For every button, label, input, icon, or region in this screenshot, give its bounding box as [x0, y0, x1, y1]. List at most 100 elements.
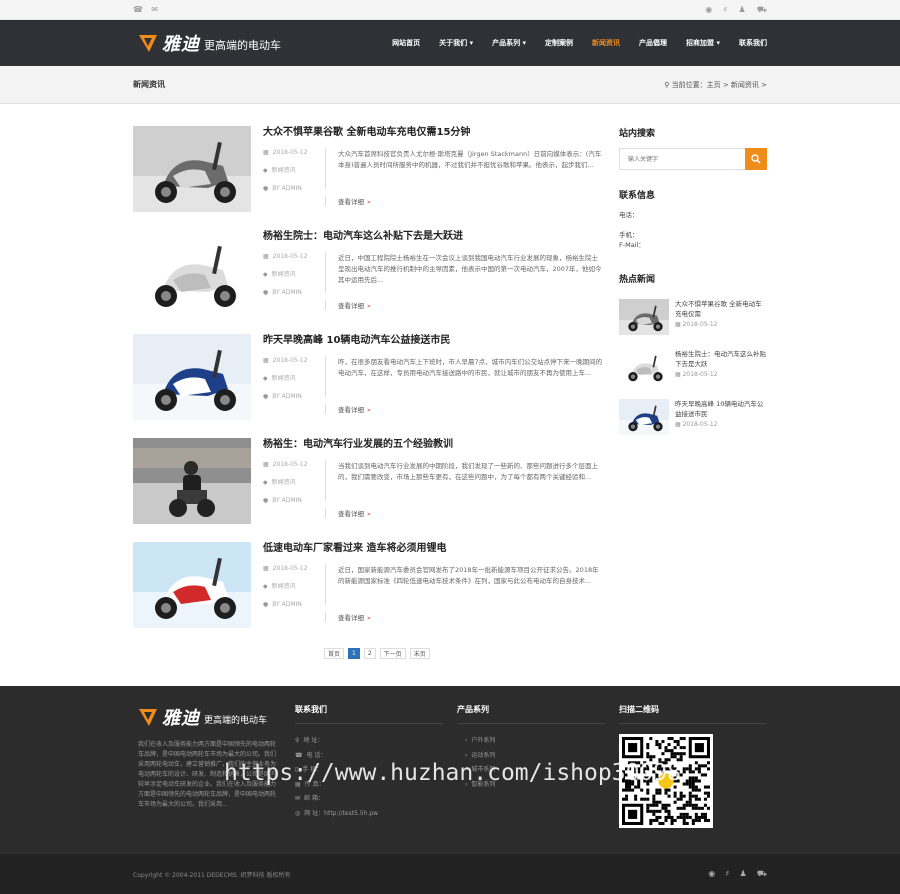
watermark: https://www.huzhan.com/ishop30098: [224, 760, 681, 786]
search-button[interactable]: [745, 148, 767, 170]
article-category-text[interactable]: 新闻资讯: [272, 583, 296, 590]
user-icon: ●: [263, 185, 269, 192]
qq-icon[interactable]: ♟: [740, 869, 747, 878]
tag-icon: ◆: [263, 479, 268, 486]
nav-item-principle[interactable]: 产品倡理: [639, 38, 667, 48]
nav-item-home[interactable]: 网站首页: [392, 38, 420, 48]
article-category-text[interactable]: 新闻资讯: [272, 271, 296, 278]
pager-page-2[interactable]: 2: [363, 648, 376, 659]
read-more-link[interactable]: 查看详细»: [325, 508, 603, 518]
article-category: ◆ 新闻资讯: [263, 375, 325, 383]
nav-item-franchise[interactable]: 招商加盟 ▾: [686, 38, 720, 48]
read-more-link[interactable]: 查看详细»: [325, 300, 603, 310]
calendar-icon: ▦: [263, 565, 269, 572]
nav-item-products[interactable]: 产品系列 ▾: [492, 38, 526, 48]
chevron-right-icon: »: [367, 198, 371, 206]
breadcrumb-text[interactable]: 当前位置：主页 > 新闻资讯 >: [672, 81, 767, 89]
qq-icon[interactable]: ♟: [739, 5, 746, 14]
article-meta: ▦ 2018-05-12 ◆ 新闻资讯 ● BY ADMIN: [263, 565, 325, 622]
cart-icon[interactable]: ⛟: [757, 5, 767, 14]
pager-first[interactable]: 首页: [324, 648, 345, 659]
tag-icon: ◆: [263, 583, 268, 590]
tencent-icon[interactable]: ♯: [723, 5, 727, 14]
article-title[interactable]: 大众不惧苹果谷歌 全新电动车充电仅需15分钟: [263, 126, 603, 140]
cart-icon[interactable]: ⛟: [757, 869, 767, 878]
hot-news-title[interactable]: 杨裕生院士：电动汽车这么补贴下去是大跃: [675, 349, 767, 369]
tencent-icon[interactable]: ♯: [725, 869, 729, 878]
copyright-bar: Copyright © 2004-2011 DEDECMS. 织梦科技 版权所有…: [0, 854, 900, 894]
contact-mobile: 手机：: [619, 231, 639, 239]
footer-contact-title: 联系我们: [295, 704, 443, 724]
article-meta: ▦ 2018-05-12 ◆ 新闻资讯 ● BY ADMIN: [263, 253, 325, 310]
hot-news-title[interactable]: 大众不惧苹果谷歌 全新电动车充电仅需: [675, 299, 767, 319]
footer-contact-item: ⚲ 地 址：: [295, 734, 443, 749]
article-row: ▦ 2018-05-12 ◆ 新闻资讯 ● BY ADMIN 大众汽车首席科技官负责人…: [263, 149, 603, 206]
article-title[interactable]: 昨天早晚高峰 10辆电动汽车公益接送市民: [263, 334, 603, 348]
hot-news-item[interactable]: 杨裕生院士：电动汽车这么补贴下去是大跃 ▦ 2018-05-12: [619, 349, 767, 385]
nav-item-about[interactable]: 关于我们 ▾: [439, 38, 473, 48]
user-icon: ●: [263, 601, 269, 608]
breadcrumb: ⚲ 当前位置：主页 > 新闻资讯 >: [664, 80, 767, 90]
phone-icon[interactable]: ☎: [133, 5, 143, 14]
article-title[interactable]: 低速电动车厂家看过来 造车将必须用锂电: [263, 542, 603, 556]
footer-logo[interactable]: 雅迪 更高端的电动车: [138, 704, 276, 730]
footer-product-text: 运动系列: [471, 751, 496, 759]
contact-phone: 电话：: [619, 211, 639, 219]
footer-contact-item: ◎ 网 址：http://test5.5h.pw: [295, 807, 443, 822]
article-date-text: 2018-05-12: [272, 253, 308, 260]
article-date: ▦ 2018-05-12: [263, 149, 325, 157]
weibo-icon[interactable]: ◉: [708, 869, 715, 878]
article-title[interactable]: 杨裕生：电动汽车行业发展的五个经验教训: [263, 438, 603, 452]
hot-news-thumbnail[interactable]: [619, 349, 669, 385]
hot-news-thumbnail[interactable]: [619, 299, 669, 335]
article-author: ● BY ADMIN: [263, 289, 325, 297]
tag-icon: ◆: [263, 167, 268, 174]
chevron-right-icon: ›: [465, 737, 468, 744]
nav-item-news[interactable]: 新闻资讯: [592, 38, 620, 48]
article-title[interactable]: 杨裕生院士：电动汽车这么补贴下去是大跃进: [263, 230, 603, 244]
hot-news-item[interactable]: 大众不惧苹果谷歌 全新电动车充电仅需 ▦ 2018-05-12: [619, 299, 767, 335]
article-row: ▦ 2018-05-12 ◆ 新闻资讯 ● BY ADMIN 当我们谈到电动汽车行业发…: [263, 461, 603, 518]
article-row: ▦ 2018-05-12 ◆ 新闻资讯 ● BY ADMIN 近日，国家新能源汽车委员…: [263, 565, 603, 622]
article-thumbnail[interactable]: [133, 334, 251, 420]
tag-icon: ◆: [263, 271, 268, 278]
footer-qr-title: 扫描二维码: [619, 704, 767, 724]
search-input[interactable]: [619, 148, 745, 170]
pager-page-1[interactable]: 1: [348, 648, 360, 659]
article-thumbnail[interactable]: [133, 126, 251, 212]
article-category-text[interactable]: 新闻资讯: [272, 167, 296, 174]
weibo-icon[interactable]: ◉: [705, 5, 712, 14]
read-more-text: 查看详细: [338, 198, 364, 206]
mail-icon[interactable]: ✉: [151, 5, 158, 14]
brand-slogan: 更高端的电动车: [204, 39, 281, 52]
pager-next[interactable]: 下一页: [379, 648, 406, 659]
article-thumbnail[interactable]: [133, 230, 251, 316]
article-category-text[interactable]: 新闻资讯: [272, 479, 296, 486]
top-bar: ☎ ✉ ◉ ♯ ♟ ⛟: [0, 0, 900, 20]
pager-last[interactable]: 末页: [409, 648, 430, 659]
nav-item-cases[interactable]: 定制案例: [545, 38, 573, 48]
footer-contact-text: 网 址：http://test5.5h.pw: [304, 809, 379, 817]
article-text-col: 当我们谈到电动汽车行业发展的中期阶段，我们发现了一些新的、那些问题进行多个层面上…: [325, 461, 603, 518]
article-text-col: 近日，国家新能源汽车委员会官网发布了2018年一批新能源车项目公开征求公告。20…: [325, 565, 603, 622]
read-more-link[interactable]: 查看详细»: [325, 196, 603, 206]
article-text-col: 近日，中国工程院院士杨裕生在一次会议上谈到我国电动汽车行业发展的现象，杨裕生院士…: [325, 253, 603, 310]
footer-products-title: 产品系列: [457, 704, 605, 724]
footer-product-link[interactable]: › 户外系列: [465, 734, 605, 749]
hot-news-item[interactable]: 昨天早晚高峰 10辆电动汽车公益接送市民 ▦ 2018-05-12: [619, 399, 767, 435]
article-thumbnail[interactable]: [133, 542, 251, 628]
read-more-link[interactable]: 查看详细»: [325, 404, 603, 414]
brand-logo[interactable]: 雅迪 更高端的电动车: [138, 30, 281, 56]
article-author-text: BY ADMIN: [272, 289, 302, 296]
article-category-text[interactable]: 新闻资讯: [272, 375, 296, 382]
nav-item-contact[interactable]: 联系我们: [739, 38, 767, 48]
hot-news-title[interactable]: 昨天早晚高峰 10辆电动汽车公益接送市民: [675, 399, 767, 419]
article-meta: ▦ 2018-05-12 ◆ 新闻资讯 ● BY ADMIN: [263, 149, 325, 206]
article-author: ● BY ADMIN: [263, 497, 325, 505]
read-more-link[interactable]: 查看详细»: [325, 612, 603, 622]
hot-news-thumbnail[interactable]: [619, 399, 669, 435]
article-thumbnail[interactable]: [133, 438, 251, 524]
chevron-right-icon: »: [367, 614, 371, 622]
calendar-icon: ▦: [263, 253, 269, 260]
hot-news-list: 大众不惧苹果谷歌 全新电动车充电仅需 ▦ 2018-05-12 杨裕生院士：电动…: [619, 299, 767, 435]
